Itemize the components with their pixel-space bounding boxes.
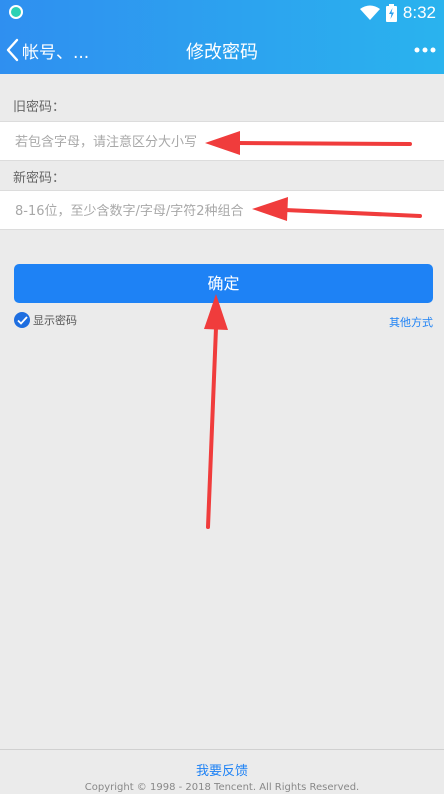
status-bar: 8:32 (0, 0, 444, 26)
new-password-row (0, 190, 444, 231)
other-methods-link[interactable]: 其他方式 (389, 314, 433, 330)
wifi-icon (359, 5, 380, 20)
page-title: 修改密码 (186, 42, 258, 63)
show-password-label: 显示密码 (33, 314, 77, 327)
old-password-row (0, 121, 444, 162)
copyright-text: Copyright © 1998 - 2018 Tencent. All Rig… (84, 782, 360, 793)
new-password-input[interactable] (13, 191, 432, 231)
check-icon (14, 312, 30, 328)
battery-charging-icon (385, 4, 397, 22)
feedback-link[interactable]: 我要反馈 (0, 760, 444, 779)
nav-bar: 帐号、... 修改密码 (0, 26, 444, 74)
old-password-input[interactable] (13, 122, 432, 162)
status-indicators: 8:32 (359, 3, 436, 23)
new-password-label: 新密码： (13, 171, 66, 186)
show-password-toggle[interactable]: 显示密码 (14, 312, 77, 328)
status-time: 8:32 (402, 3, 436, 22)
annotation-arrows (204, 131, 422, 529)
footer-divider (0, 749, 444, 750)
app-notification-icon (9, 5, 23, 19)
old-password-label: 旧密码： (13, 100, 66, 115)
more-dots-icon[interactable] (414, 40, 436, 60)
confirm-button[interactable]: 确定 (14, 264, 433, 303)
annotation-arrow-confirm (204, 294, 228, 529)
